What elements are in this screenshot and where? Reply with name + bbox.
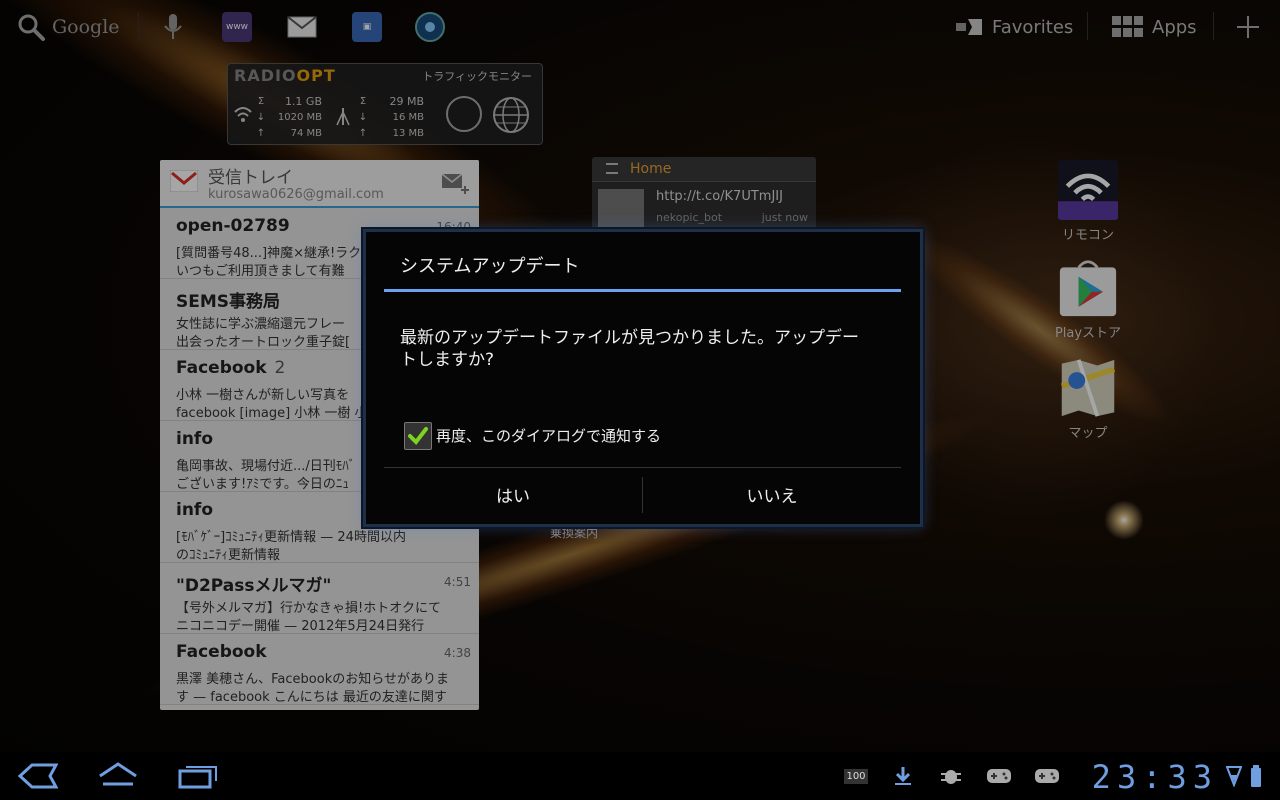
- notify-again-label[interactable]: 再度、このダイアログで通知する: [436, 425, 661, 446]
- system-bar: 100 23:33: [0, 752, 1280, 800]
- download-icon: [895, 767, 911, 785]
- gamepad-notification[interactable]: [1034, 766, 1060, 786]
- system-update-dialog: システムアップデート 最新のアップデートファイルが見つかりました。アップデートし…: [363, 229, 923, 527]
- gamepad-notification[interactable]: [986, 766, 1012, 786]
- gamepad-icon: [1035, 769, 1059, 783]
- debug-bug-icon: [941, 770, 961, 784]
- recent-apps-icon: [178, 766, 217, 789]
- signal-status[interactable]: [1226, 766, 1242, 787]
- battery-widget-indicator[interactable]: 100: [844, 766, 868, 786]
- recent-apps-button[interactable]: [176, 760, 220, 792]
- wifi-signal-icon: [1226, 766, 1242, 787]
- back-icon: [18, 763, 58, 789]
- back-button[interactable]: [16, 760, 60, 792]
- dialog-title: システムアップデート: [400, 256, 580, 277]
- battery-percent-icon: 100: [844, 768, 868, 784]
- checkmark-icon: [408, 427, 428, 446]
- home-button[interactable]: [96, 760, 140, 792]
- dialog-title-divider: [384, 289, 901, 292]
- no-button[interactable]: いいえ: [643, 469, 901, 519]
- dialog-button-divider: [384, 467, 901, 468]
- gamepad-icon: [987, 769, 1011, 783]
- notify-again-checkbox[interactable]: [404, 422, 432, 450]
- battery-icon: [1251, 765, 1261, 787]
- usb-debug-notification[interactable]: [940, 766, 962, 786]
- home-icon: [99, 762, 137, 786]
- dialog-message: 最新のアップデートファイルが見つかりました。アップデートしますか?: [400, 328, 859, 370]
- battery-status[interactable]: [1248, 765, 1264, 787]
- yes-button[interactable]: はい: [384, 469, 642, 519]
- download-notification[interactable]: [892, 766, 914, 786]
- clock[interactable]: 23:33: [1092, 758, 1218, 796]
